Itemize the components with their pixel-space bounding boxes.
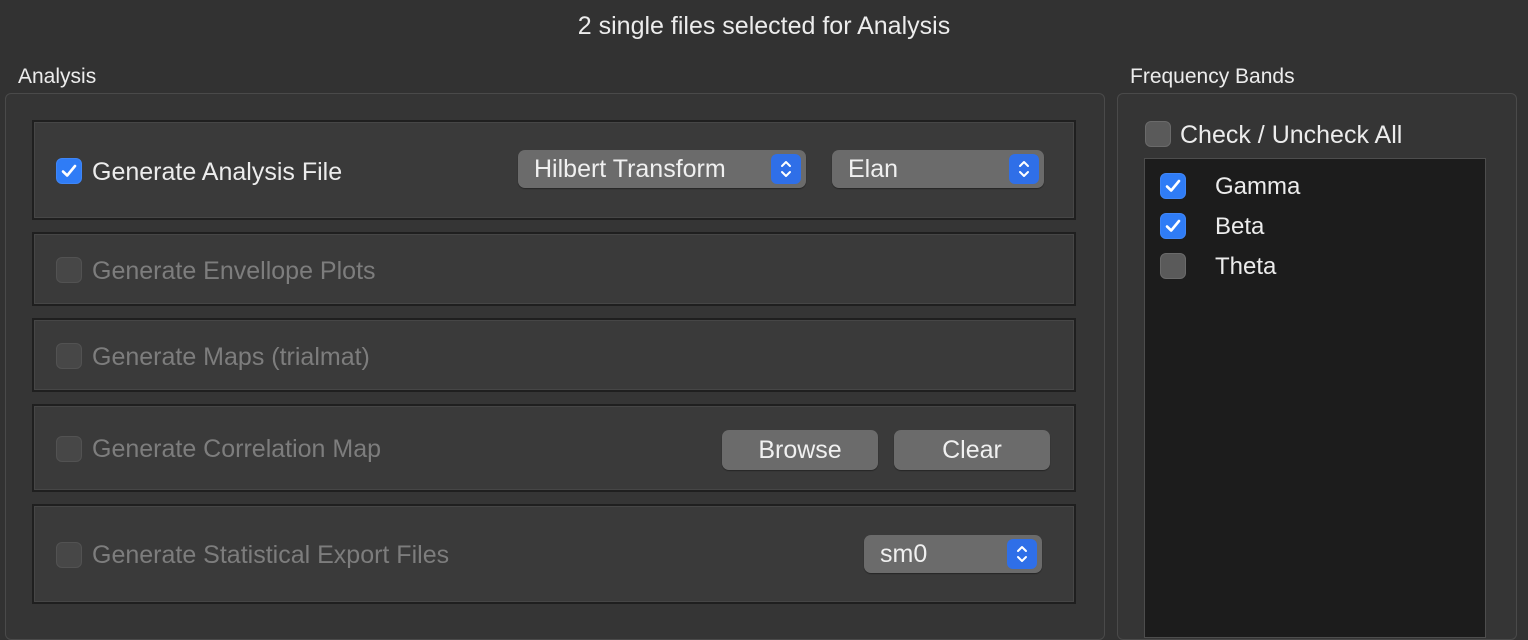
- popup-arrows-icon: [771, 154, 801, 184]
- generate-correlation-map-checkbox[interactable]: [56, 436, 82, 462]
- checkmark-icon: [1165, 219, 1181, 232]
- checkmark-icon: [1165, 179, 1181, 192]
- browse-button[interactable]: Browse: [722, 430, 878, 470]
- clear-button[interactable]: Clear: [894, 430, 1050, 470]
- envelope-plots-row: Generate Envellope Plots: [32, 232, 1076, 306]
- analysis-format-value: Elan: [848, 155, 899, 183]
- correlation-map-row: Generate Correlation Map Browse Clear: [32, 404, 1076, 492]
- beta-label: Beta: [1215, 213, 1265, 240]
- theta-checkbox[interactable]: [1160, 253, 1186, 279]
- generate-maps-label: Generate Maps (trialmat): [92, 343, 370, 371]
- frequency-bands-list: Gamma Beta Theta: [1144, 158, 1486, 638]
- generate-envelope-plots-label: Generate Envellope Plots: [92, 257, 376, 285]
- analysis-format-popup[interactable]: Elan: [832, 150, 1044, 188]
- gamma-checkbox[interactable]: [1160, 173, 1186, 199]
- smoothing-value: sm0: [880, 540, 928, 568]
- generate-correlation-map-label: Generate Correlation Map: [92, 435, 382, 463]
- statistical-export-row: Generate Statistical Export Files sm0: [32, 504, 1076, 604]
- check-uncheck-all-checkbox[interactable]: [1145, 121, 1171, 147]
- generate-statistical-export-label: Generate Statistical Export Files: [92, 541, 450, 569]
- generate-analysis-file-checkbox[interactable]: [56, 158, 82, 184]
- smoothing-popup[interactable]: sm0: [864, 535, 1042, 573]
- generate-envelope-plots-checkbox[interactable]: [56, 257, 82, 283]
- frequency-bands-section-label: Frequency Bands: [1130, 65, 1295, 88]
- analysis-method-value: Hilbert Transform: [534, 155, 726, 183]
- generate-analysis-file-label: Generate Analysis File: [92, 158, 343, 186]
- analysis-section-label: Analysis: [18, 65, 97, 88]
- popup-arrows-icon: [1007, 539, 1037, 569]
- gamma-label: Gamma: [1215, 173, 1301, 200]
- window-title: 2 single files selected for Analysis: [577, 12, 951, 40]
- popup-arrows-icon: [1009, 154, 1039, 184]
- theta-label: Theta: [1215, 253, 1277, 280]
- list-item[interactable]: Gamma: [1145, 165, 1485, 205]
- list-item[interactable]: Theta: [1145, 245, 1485, 285]
- checkmark-icon: [61, 164, 77, 177]
- list-item[interactable]: Beta: [1145, 205, 1485, 245]
- maps-row: Generate Maps (trialmat): [32, 318, 1076, 392]
- analysis-method-popup[interactable]: Hilbert Transform: [518, 150, 806, 188]
- analysis-file-row: Generate Analysis File Hilbert Transform…: [32, 120, 1076, 220]
- generate-maps-checkbox[interactable]: [56, 343, 82, 369]
- generate-statistical-export-checkbox[interactable]: [56, 542, 82, 568]
- check-uncheck-all-label: Check / Uncheck All: [1180, 121, 1403, 149]
- beta-checkbox[interactable]: [1160, 213, 1186, 239]
